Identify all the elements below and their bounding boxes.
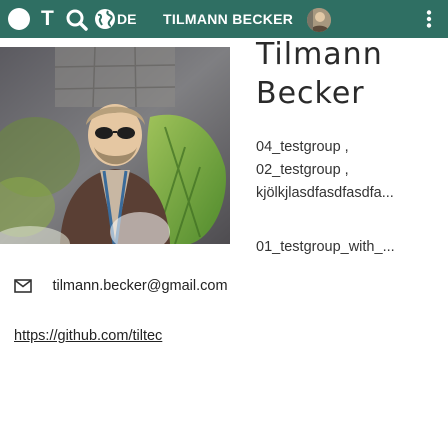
github-link[interactable]: https://github.com/tiltec (14, 328, 162, 344)
group-link[interactable]: 02_testgroup , (256, 159, 441, 182)
group-link[interactable]: kjölkjlasdfasdfasdfa... (256, 182, 441, 205)
group-link[interactable]: 01_testgroup_with_... (256, 236, 395, 259)
group-list: 04_testgroup , 02_testgroup , kjölkjlasd… (256, 136, 441, 205)
circle-logo-icon[interactable] (8, 8, 30, 30)
user-menu-button[interactable]: TILMANN BECKER (163, 10, 293, 28)
mail-icon (14, 278, 32, 293)
profile-photo (0, 47, 230, 244)
group-link[interactable]: 04_testgroup , (256, 136, 441, 159)
search-icon[interactable] (64, 7, 90, 33)
user-avatar[interactable] (307, 8, 331, 32)
profile-first-name: Tilmann (256, 37, 383, 72)
language-button[interactable]: DE (117, 10, 136, 28)
app-title-letter[interactable]: T (41, 5, 54, 33)
top-toolbar: T DE TILMANN BECKER (0, 0, 448, 38)
email-link[interactable]: tilmann.becker@gmail.com (52, 278, 227, 294)
globe-icon[interactable] (94, 8, 116, 30)
email-row: tilmann.becker@gmail.com (14, 277, 228, 299)
more-vertical-icon[interactable] (419, 9, 439, 29)
profile-page: T DE TILMANN BECKER Tilmann Becker 04_te… (0, 0, 448, 421)
profile-last-name: Becker (256, 76, 365, 111)
